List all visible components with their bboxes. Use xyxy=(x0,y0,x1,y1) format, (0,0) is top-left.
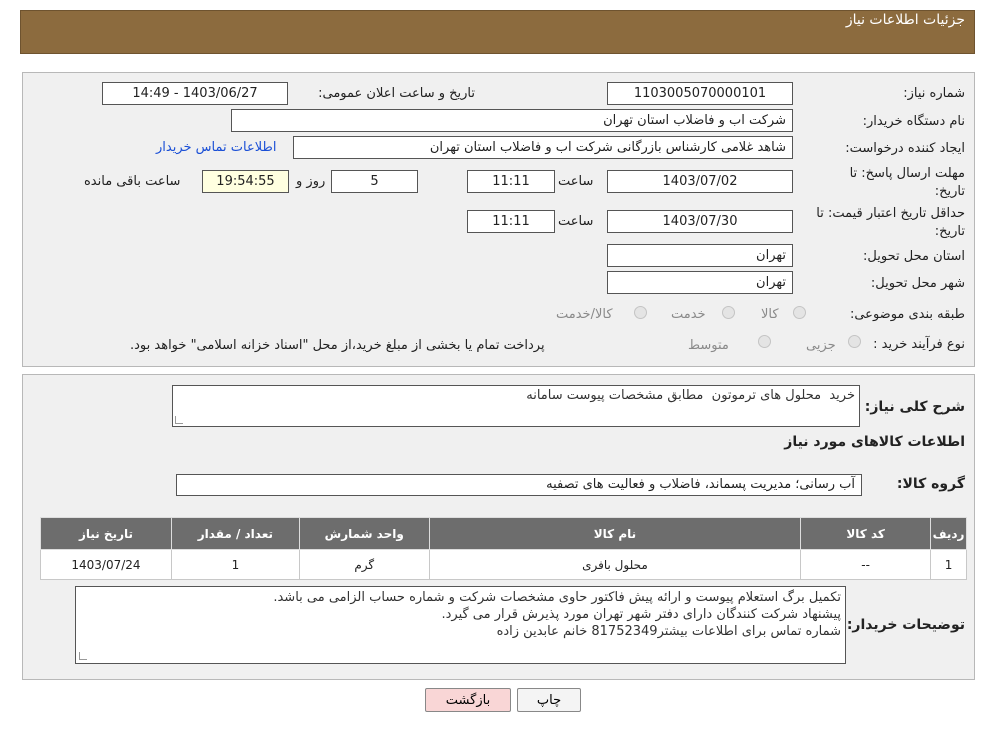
delivery-province-field: تهران xyxy=(607,244,793,267)
category-goods-radio[interactable] xyxy=(793,306,806,319)
goods-group-field: آب رسانی؛ مدیریت پسماند، فاضلاب و فعالیت… xyxy=(176,474,862,496)
cell-qty: 1 xyxy=(170,549,300,580)
delivery-city-label: شهر محل تحویل: xyxy=(870,276,965,291)
days-label: روز و xyxy=(296,174,326,189)
print-button[interactable]: چاپ xyxy=(517,688,581,712)
cell-unit: گرم xyxy=(298,549,430,580)
need-number-label: شماره نیاز: xyxy=(903,86,965,101)
reply-date-field: 1403/07/02 xyxy=(607,170,793,193)
category-goods-service-radio[interactable] xyxy=(634,306,647,319)
items-table: ردیف کد کالا نام کالا واحد شمارش تعداد /… xyxy=(40,517,967,580)
cell-row-number: 1 xyxy=(930,549,967,580)
category-service-radio[interactable] xyxy=(722,306,735,319)
cell-need-date: 1403/07/24 xyxy=(40,549,172,580)
buyer-org-field: شرکت اب و فاضلاب استان تهران xyxy=(231,109,793,132)
page-title: جزئیات اطلاعات نیاز xyxy=(845,12,965,28)
col-name-header: نام کالا xyxy=(428,517,802,550)
price-validity-date-field: 1403/07/30 xyxy=(607,210,793,233)
cell-code: -- xyxy=(800,549,932,580)
price-validity-label-2: تاریخ: xyxy=(934,224,965,239)
requester-field: شاهد غلامی کارشناس بازرگانی شرکت اب و فا… xyxy=(293,136,793,159)
page-header xyxy=(20,10,975,54)
back-button[interactable]: بازگشت xyxy=(425,688,511,712)
description-textarea[interactable] xyxy=(172,385,860,427)
reply-time-label: ساعت xyxy=(558,174,594,189)
remaining-label: ساعت باقی مانده xyxy=(84,174,181,189)
goods-group-label: گروه کالا: xyxy=(896,476,965,492)
category-goods-service-label: کالا/خدمت xyxy=(556,307,613,322)
announce-field: 1403/06/27 - 14:49 xyxy=(102,82,288,105)
category-goods-label: کالا xyxy=(761,307,779,322)
table-row: 1 -- محلول بافری گرم 1 1403/07/24 xyxy=(40,549,967,580)
process-minor-label: جزیی xyxy=(806,338,836,353)
col-code-header: کد کالا xyxy=(800,517,932,550)
goods-info-title: اطلاعات کالاهای مورد نیاز xyxy=(784,434,965,450)
delivery-province-label: استان محل تحویل: xyxy=(863,249,965,264)
description-textarea-wrap xyxy=(172,385,860,427)
delivery-city-field: تهران xyxy=(607,271,793,294)
buyer-contact-link[interactable]: اطلاعات تماس خریدار xyxy=(156,140,276,155)
buyer-notes-box[interactable]: تکمیل برگ استعلام پیوست و ارائه پیش فاکت… xyxy=(75,586,846,664)
resize-grip-icon[interactable] xyxy=(175,416,183,424)
category-label: طبقه بندی موضوعی: xyxy=(849,307,965,322)
process-minor-radio[interactable] xyxy=(848,335,861,348)
announce-label: تاریخ و ساعت اعلان عمومی: xyxy=(318,86,475,101)
price-validity-label: حداقل تاریخ اعتبار قیمت: تا xyxy=(816,206,965,221)
price-validity-time-field: 11:11 xyxy=(467,210,555,233)
col-row-header: ردیف xyxy=(930,517,967,550)
days-field: 5 xyxy=(331,170,418,193)
process-type-label: نوع فرآیند خرید : xyxy=(873,337,965,352)
buyer-notes-label: توضیحات خریدار: xyxy=(846,617,965,633)
col-unit-header: واحد شمارش xyxy=(298,517,430,550)
buyer-note-line-2: پیشنهاد شرکت کنندگان دارای دفتر شهر تهرا… xyxy=(441,607,841,622)
reply-time-field: 11:11 xyxy=(467,170,555,193)
price-validity-time-label: ساعت xyxy=(558,214,594,229)
buyer-org-label: نام دستگاه خریدار: xyxy=(862,114,965,129)
category-service-label: خدمت xyxy=(671,307,706,322)
reply-deadline-label: مهلت ارسال پاسخ: تا xyxy=(849,166,965,181)
description-label: شرح کلی نیاز: xyxy=(864,399,965,415)
requester-label: ایجاد کننده درخواست: xyxy=(845,141,965,156)
reply-deadline-label-2: تاریخ: xyxy=(934,184,965,199)
col-date-header: تاریخ نیاز xyxy=(40,517,172,550)
col-qty-header: تعداد / مقدار xyxy=(170,517,300,550)
treasury-note: پرداخت تمام یا بخشی از مبلغ خرید،از محل … xyxy=(130,338,545,353)
resize-grip-icon[interactable] xyxy=(79,652,87,660)
need-number-field: 1103005070000101 xyxy=(607,82,793,105)
remaining-time-field: 19:54:55 xyxy=(202,170,289,193)
buyer-note-line-3: شماره تماس برای اطلاعات بیشتر81752349 خا… xyxy=(496,624,841,639)
process-medium-label: متوسط xyxy=(688,338,729,353)
cell-name: محلول بافری xyxy=(428,549,802,580)
process-medium-radio[interactable] xyxy=(758,335,771,348)
buyer-note-line-1: تکمیل برگ استعلام پیوست و ارائه پیش فاکت… xyxy=(273,590,841,605)
items-table-header: ردیف کد کالا نام کالا واحد شمارش تعداد /… xyxy=(40,517,967,550)
